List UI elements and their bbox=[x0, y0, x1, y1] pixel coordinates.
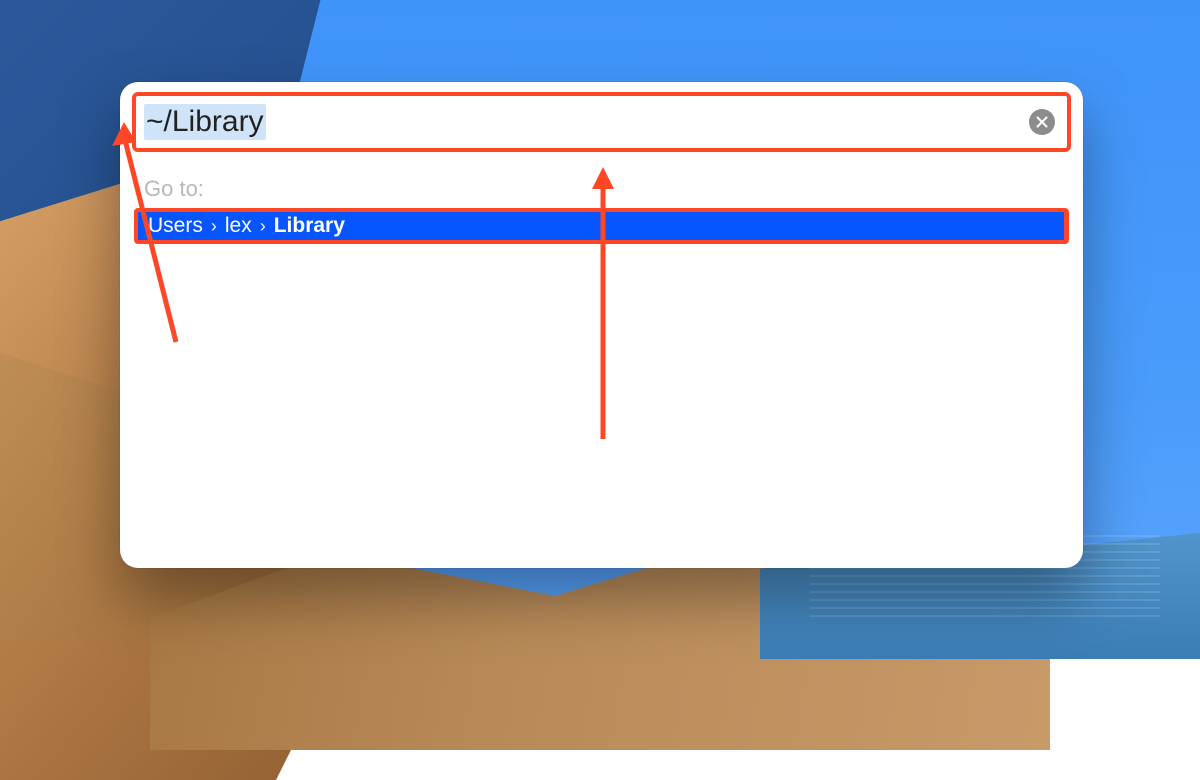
chevron-right-icon: › bbox=[260, 216, 266, 237]
clear-button[interactable] bbox=[1029, 109, 1055, 135]
path-input-highlight: ~/Library bbox=[132, 92, 1071, 152]
close-icon bbox=[1036, 116, 1048, 128]
result-highlight: Users › lex › Library bbox=[134, 208, 1069, 244]
goto-label: Go to: bbox=[144, 176, 204, 202]
breadcrumb-segment: lex bbox=[225, 214, 252, 238]
path-input[interactable]: ~/Library bbox=[144, 104, 1029, 140]
chevron-right-icon: › bbox=[211, 216, 217, 237]
path-result-row[interactable]: Users › lex › Library bbox=[138, 212, 1064, 240]
breadcrumb-segment: Library bbox=[274, 214, 345, 238]
breadcrumb-segment: Users bbox=[148, 214, 203, 238]
go-to-folder-dialog: ~/Library Go to: Users › lex › Library bbox=[120, 82, 1083, 568]
path-input-value: ~/Library bbox=[144, 104, 266, 140]
